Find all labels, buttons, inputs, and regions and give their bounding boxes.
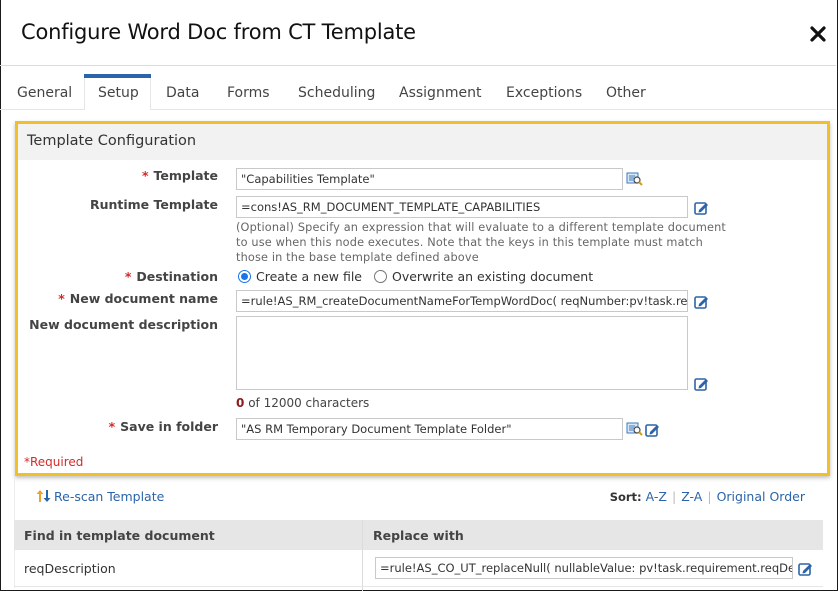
save-in-folder-edit-button[interactable] xyxy=(645,422,662,437)
edit-icon xyxy=(694,296,708,309)
tab-scheduling[interactable]: Scheduling xyxy=(298,85,375,101)
required-note: *Required xyxy=(24,455,84,469)
tab-data[interactable]: Data xyxy=(166,85,199,101)
sort-a-z-link[interactable]: A-Z xyxy=(646,489,667,504)
table-row: reqDescription =rule!AS_CO_UT_replaceNul… xyxy=(14,550,823,587)
refresh-arrows-icon xyxy=(36,490,51,502)
tab-bar: General Setup Data Forms Scheduling Assi… xyxy=(0,72,836,110)
column-header-find: Find in template document xyxy=(24,528,215,543)
tab-exceptions[interactable]: Exceptions xyxy=(506,85,582,101)
template-picker-button[interactable] xyxy=(626,172,643,187)
new-document-description-label: New document description xyxy=(29,317,218,332)
radio-unselected-icon[interactable] xyxy=(373,270,387,283)
character-count: 0 of 12000 characters xyxy=(236,396,370,410)
tab-forms[interactable]: Forms xyxy=(227,85,270,101)
edit-icon xyxy=(645,424,659,437)
tab-general[interactable]: General xyxy=(17,85,72,101)
find-cell: reqDescription xyxy=(24,561,116,576)
new-document-name-edit-button[interactable] xyxy=(694,294,711,309)
mapping-table-header: Find in template document Replace with xyxy=(14,520,823,591)
required-marker: * xyxy=(141,168,149,183)
replace-with-input[interactable]: =rule!AS_CO_UT_replaceNull( nullableValu… xyxy=(375,557,793,579)
runtime-template-input[interactable]: =cons!AS_RM_DOCUMENT_TEMPLATE_CAPABILITI… xyxy=(236,196,688,218)
radio-selected-icon[interactable] xyxy=(238,270,251,283)
dialog-title: Configure Word Doc from CT Template xyxy=(21,20,416,44)
template-label: * Template xyxy=(141,168,218,183)
replace-with-edit-button[interactable] xyxy=(798,561,815,576)
sort-controls: Sort: A-Z | Z-A | Original Order xyxy=(609,489,805,504)
edit-icon xyxy=(694,378,708,391)
radio-create-new-file[interactable]: Create a new file xyxy=(238,269,362,284)
edit-icon xyxy=(798,563,812,576)
close-button[interactable] xyxy=(809,22,827,44)
radio-overwrite-existing[interactable]: Overwrite an existing document xyxy=(373,269,593,284)
column-header-replace: Replace with xyxy=(373,528,464,543)
search-document-icon xyxy=(626,422,643,436)
tab-setup[interactable]: Setup xyxy=(98,85,139,101)
sort-label: Sort: xyxy=(609,490,642,504)
search-document-icon xyxy=(626,172,643,186)
save-in-folder-input[interactable]: "AS RM Temporary Document Template Folde… xyxy=(236,418,623,440)
new-document-name-input[interactable]: =rule!AS_RM_createDocumentNameForTempWor… xyxy=(236,290,688,312)
panel-header: Template Configuration xyxy=(18,124,827,160)
tab-other[interactable]: Other xyxy=(606,85,646,101)
template-input[interactable]: "Capabilities Template" xyxy=(236,168,623,190)
runtime-template-label: Runtime Template xyxy=(89,197,218,212)
destination-label: * Destination xyxy=(124,269,218,284)
save-in-folder-label: * Save in folder xyxy=(108,419,218,434)
new-document-description-textarea[interactable] xyxy=(236,316,688,390)
close-icon xyxy=(810,26,826,42)
rescan-template-link[interactable]: Re-scan Template xyxy=(35,489,164,504)
runtime-template-edit-button[interactable] xyxy=(694,200,711,215)
destination-radio-group: Create a new file Overwrite an existing … xyxy=(238,269,593,284)
folder-picker-button[interactable] xyxy=(626,422,643,437)
new-document-name-label: * New document name xyxy=(58,291,218,306)
active-tab-indicator xyxy=(84,74,151,78)
sort-original-order-link[interactable]: Original Order xyxy=(717,489,805,504)
runtime-template-help-text: (Optional) Specify an expression that wi… xyxy=(236,221,726,264)
template-configuration-panel: Template Configuration * Template "Capabi… xyxy=(15,121,830,476)
dialog-header: Configure Word Doc from CT Template xyxy=(0,0,836,66)
sort-z-a-link[interactable]: Z-A xyxy=(681,489,702,504)
panel-title: Template Configuration xyxy=(27,133,197,149)
tab-assignment[interactable]: Assignment xyxy=(399,85,481,101)
new-document-description-edit-button[interactable] xyxy=(694,376,711,391)
edit-icon xyxy=(694,202,708,215)
